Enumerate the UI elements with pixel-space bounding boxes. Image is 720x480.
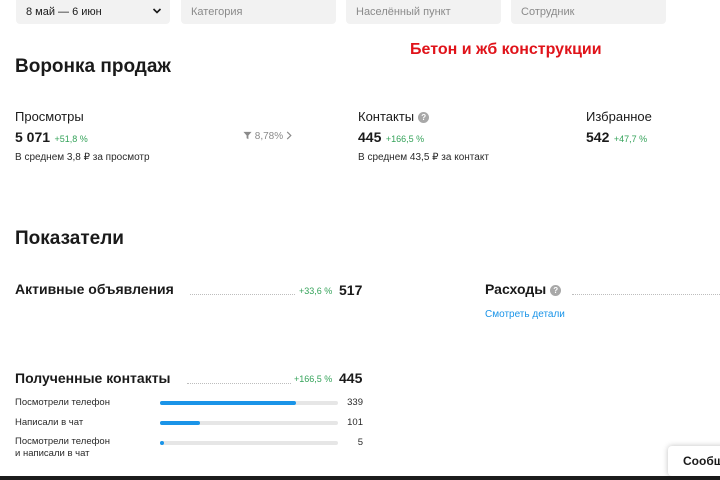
breakdown-row-label: Посмотрели телефон xyxy=(15,397,110,408)
contacts-received-label: Полученные контакты xyxy=(15,370,171,386)
funnel-title: Воронка продаж xyxy=(15,56,171,77)
chat-widget-label: Сообщ xyxy=(683,454,720,468)
category-placeholder: Категория xyxy=(191,6,243,18)
city-placeholder: Населённый пункт xyxy=(356,6,451,18)
chevron-down-icon xyxy=(152,8,162,14)
expenses-label-wrap: Расходы? xyxy=(485,281,562,297)
dotted-leader xyxy=(190,294,295,295)
views-value: 5 071 xyxy=(15,129,51,145)
conversion-rate[interactable]: 8,78% xyxy=(243,131,292,142)
breakdown-bar-track xyxy=(160,401,338,405)
conversion-value: 8,78% xyxy=(254,131,284,142)
active-ads-change: +33,6 % xyxy=(299,286,333,296)
breakdown-bar xyxy=(160,421,201,425)
favorites-metric: 542 +47,7 % xyxy=(586,129,647,147)
breakdown-bar-track xyxy=(160,421,338,425)
contacts-metric: 445 +166,5 % xyxy=(358,129,424,147)
employee-placeholder: Сотрудник xyxy=(521,6,575,18)
dotted-leader xyxy=(187,383,291,384)
help-icon[interactable]: ? xyxy=(418,112,430,123)
breakdown-bar-track xyxy=(160,441,338,445)
breakdown-row-value: 5 xyxy=(357,437,363,448)
funnel-icon xyxy=(243,131,252,140)
active-ads-value: 517 xyxy=(339,282,363,298)
indicators-title: Показатели xyxy=(15,228,124,249)
breakdown-bar xyxy=(160,441,165,445)
breakdown-row-label: Написали в чат xyxy=(15,417,84,428)
breakdown-row-label: Посмотрели телефон и написали в чат xyxy=(15,436,110,459)
chevron-right-icon xyxy=(286,131,292,140)
chat-widget-button[interactable]: Сообщ xyxy=(668,446,720,476)
contacts-label: Контакты xyxy=(358,109,415,124)
favorites-label: Избранное xyxy=(586,109,652,124)
employee-select[interactable]: Сотрудник xyxy=(511,0,666,24)
favorites-value: 542 xyxy=(586,129,610,145)
dotted-leader xyxy=(572,294,720,295)
contacts-received-value: 445 xyxy=(339,370,363,386)
breakdown-row-value: 339 xyxy=(347,397,363,408)
views-label: Просмотры xyxy=(15,109,84,124)
category-select[interactable]: Категория xyxy=(181,0,336,24)
bottom-dark-strip xyxy=(0,476,720,480)
help-icon[interactable]: ? xyxy=(550,285,562,296)
views-average: В среднем 3,8 ₽ за просмотр xyxy=(15,152,150,163)
breakdown-row-value: 101 xyxy=(347,417,363,428)
expenses-details-link[interactable]: Смотреть детали xyxy=(485,309,565,320)
contacts-received-change: +166,5 % xyxy=(294,374,333,384)
views-metric: 5 071 +51,8 % xyxy=(15,129,88,147)
date-range-select[interactable]: 8 май — 6 июн xyxy=(16,0,170,24)
contacts-change: +166,5 % xyxy=(385,134,425,144)
city-select[interactable]: Населённый пункт xyxy=(346,0,501,24)
active-ads-label: Активные объявления xyxy=(15,281,174,297)
overlay-title: Бетон и жб конструкции xyxy=(410,41,602,58)
contacts-average: В среднем 43,5 ₽ за контакт xyxy=(358,152,489,163)
contacts-label-wrap: Контакты? xyxy=(358,109,430,124)
favorites-change: +47,7 % xyxy=(613,134,648,144)
expenses-label: Расходы xyxy=(485,281,547,297)
date-range-value: 8 май — 6 июн xyxy=(26,6,102,18)
views-change: +51,8 % xyxy=(54,134,88,144)
contacts-value: 445 xyxy=(358,129,382,145)
breakdown-bar xyxy=(160,401,296,405)
